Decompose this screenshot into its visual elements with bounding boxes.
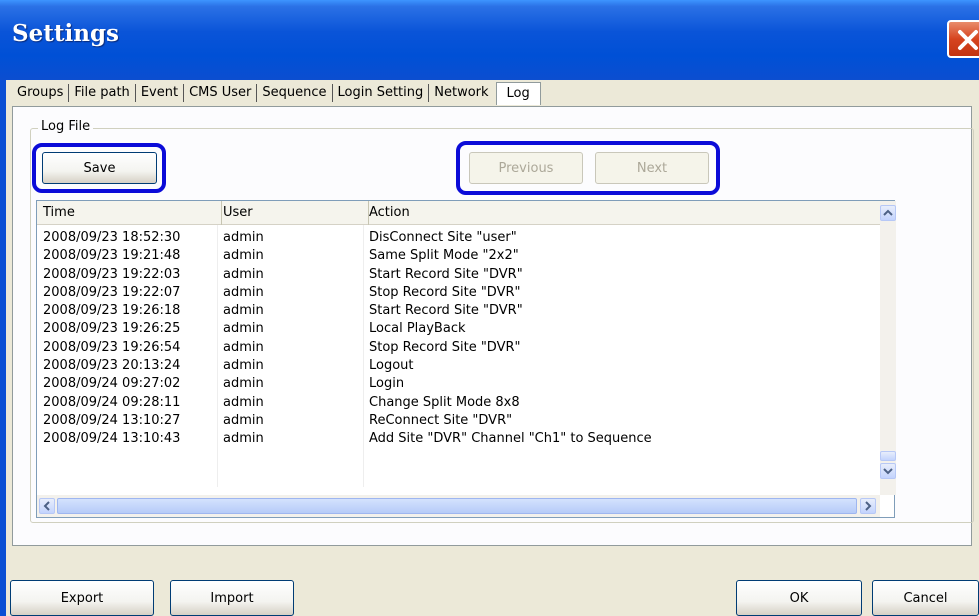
column-header-action[interactable]: Action bbox=[363, 201, 890, 225]
cell-action: ReConnect Site "DVR" bbox=[369, 412, 513, 428]
horizontal-scroll-thumb[interactable] bbox=[57, 498, 857, 514]
export-button[interactable]: Export bbox=[10, 580, 154, 616]
cell-time: 2008/09/23 19:22:03 bbox=[43, 266, 181, 282]
cell-action: Start Record Site "DVR" bbox=[369, 303, 523, 319]
tab-bar: Groups File path Event CMS User Sequence… bbox=[12, 80, 541, 106]
cell-user: admin bbox=[223, 339, 264, 355]
cell-action: Add Site "DVR" Channel "Ch1" to Sequence bbox=[369, 431, 652, 447]
table-header: Time User Action bbox=[37, 201, 890, 225]
tab-cms-user[interactable]: CMS User bbox=[184, 84, 256, 102]
column-header-user[interactable]: User bbox=[217, 201, 369, 225]
cell-time: 2008/09/23 19:26:25 bbox=[43, 321, 181, 337]
scroll-up-button[interactable] bbox=[880, 205, 896, 221]
scroll-left-button[interactable] bbox=[39, 498, 55, 514]
cell-time: 2008/09/23 19:21:48 bbox=[43, 248, 181, 264]
horizontal-scrollbar[interactable] bbox=[37, 495, 880, 517]
cell-user: admin bbox=[223, 394, 264, 410]
cell-user: admin bbox=[223, 230, 264, 245]
tab-network[interactable]: Network bbox=[429, 84, 493, 102]
ok-button[interactable]: OK bbox=[736, 580, 862, 616]
cell-user: admin bbox=[223, 248, 264, 264]
cell-time: 2008/09/24 09:27:02 bbox=[43, 376, 181, 392]
chevron-right-icon bbox=[865, 501, 872, 511]
cell-time: 2008/09/24 13:10:27 bbox=[43, 412, 181, 428]
cell-time: 2008/09/23 19:26:18 bbox=[43, 303, 181, 319]
cell-action: DisConnect Site "user" bbox=[369, 230, 517, 245]
cell-action: Change Split Mode 8x8 bbox=[369, 394, 520, 410]
tab-log[interactable]: Log bbox=[495, 81, 541, 105]
cell-time: 2008/09/23 19:26:54 bbox=[43, 339, 181, 355]
cell-user: admin bbox=[223, 303, 264, 319]
tab-event[interactable]: Event bbox=[136, 84, 183, 102]
import-button[interactable]: Import bbox=[170, 580, 294, 616]
previous-button[interactable]: Previous bbox=[469, 152, 583, 184]
cell-action: Stop Record Site "DVR" bbox=[369, 339, 521, 355]
chevron-down-icon bbox=[883, 468, 893, 475]
cell-user: admin bbox=[223, 358, 264, 374]
chevron-left-icon bbox=[43, 501, 50, 511]
chevron-up-icon bbox=[883, 209, 893, 216]
window-frame-left bbox=[0, 80, 6, 616]
cell-action: Same Split Mode "2x2" bbox=[369, 248, 519, 264]
cell-time: 2008/09/24 13:10:43 bbox=[43, 431, 181, 447]
tab-sequence[interactable]: Sequence bbox=[257, 84, 331, 102]
cell-user: admin bbox=[223, 321, 264, 337]
tab-groups[interactable]: Groups bbox=[12, 84, 68, 102]
scroll-right-button[interactable] bbox=[860, 498, 876, 514]
tab-file-path[interactable]: File path bbox=[69, 84, 134, 102]
close-icon bbox=[958, 30, 978, 50]
cell-user: admin bbox=[223, 284, 264, 300]
groupbox-label: Log File bbox=[38, 119, 94, 134]
column-header-time[interactable]: Time bbox=[37, 201, 222, 225]
cell-action: Logout bbox=[369, 358, 414, 374]
next-button[interactable]: Next bbox=[595, 152, 709, 184]
vertical-scrollbar[interactable] bbox=[880, 201, 896, 495]
cell-user: admin bbox=[223, 412, 264, 428]
log-table[interactable]: Time User Action 2008/09/23 18:52:30 admi… bbox=[36, 200, 896, 518]
title-bar[interactable] bbox=[0, 0, 979, 80]
cell-action: Local PlayBack bbox=[369, 321, 466, 337]
cancel-button[interactable]: Cancel bbox=[872, 580, 979, 616]
cell-action: Stop Record Site "DVR" bbox=[369, 284, 521, 300]
scroll-thumb[interactable] bbox=[880, 451, 896, 461]
cell-user: admin bbox=[223, 376, 264, 392]
cell-user: admin bbox=[223, 431, 264, 447]
window-title: Settings bbox=[12, 20, 119, 47]
cell-time: 2008/09/24 09:28:11 bbox=[43, 394, 181, 410]
cell-time: 2008/09/23 20:13:24 bbox=[43, 358, 181, 374]
cell-user: admin bbox=[223, 266, 264, 282]
cell-action: Login bbox=[369, 376, 405, 392]
save-button[interactable]: Save bbox=[42, 152, 157, 184]
scroll-down-button[interactable] bbox=[880, 463, 896, 479]
close-button[interactable] bbox=[947, 20, 979, 58]
cell-time: 2008/09/23 19:22:07 bbox=[43, 284, 181, 300]
cell-action: Start Record Site "DVR" bbox=[369, 266, 523, 282]
tab-login-setting[interactable]: Login Setting bbox=[333, 84, 429, 102]
cell-time: 2008/09/23 18:52:30 bbox=[43, 230, 181, 245]
